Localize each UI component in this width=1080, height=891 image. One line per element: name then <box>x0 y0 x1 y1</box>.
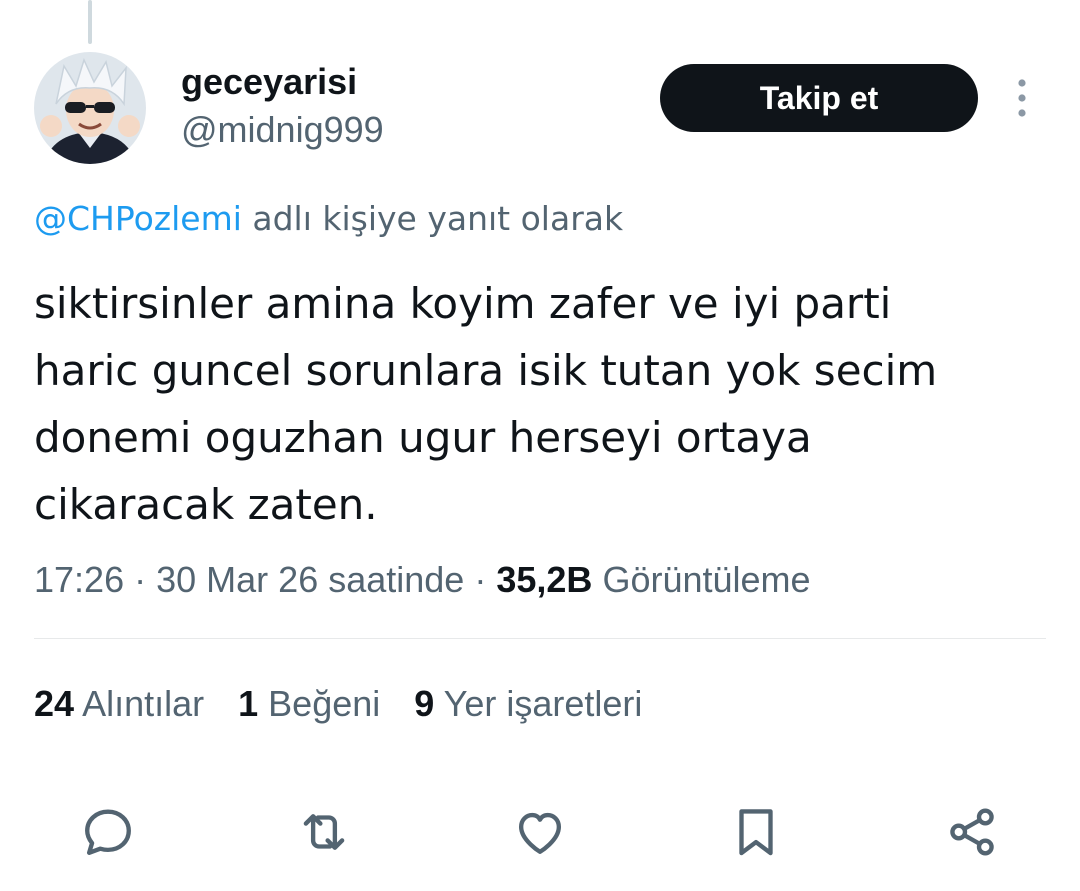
tweet-text: siktirsinler amina koyim zafer ve iyi pa… <box>34 270 1044 538</box>
tweet-time[interactable]: 17:26 <box>34 559 124 600</box>
avatar-image <box>34 52 146 164</box>
tweet-text-line: haric guncel sorunlara isik tutan yok se… <box>34 346 938 395</box>
reply-mention-link[interactable]: @CHPozlemi <box>34 199 242 238</box>
share-button[interactable] <box>940 800 1004 864</box>
thread-connector-line <box>88 0 92 44</box>
reply-icon <box>85 809 131 855</box>
retweet-icon <box>303 814 345 850</box>
like-icon <box>518 812 562 854</box>
reply-context: @CHPozlemi adlı kişiye yanıt olarak <box>34 196 623 242</box>
divider <box>34 638 1046 639</box>
likes-label: Beğeni <box>268 683 381 724</box>
bookmark-button[interactable] <box>724 800 788 864</box>
bookmarks-label: Yer işaretleri <box>443 683 643 724</box>
meta-separator: · <box>474 559 487 600</box>
meta-separator: · <box>134 559 147 600</box>
tweet-text-line: siktirsinler amina koyim zafer ve iyi pa… <box>34 279 892 328</box>
quotes-label: Alıntılar <box>82 683 205 724</box>
reply-context-text: adlı kişiye yanıt olarak <box>252 199 624 238</box>
quotes-stat[interactable]: 24 Alıntılar <box>34 683 204 724</box>
share-icon <box>950 808 994 856</box>
follow-button[interactable]: Takip et <box>660 64 978 132</box>
reply-button[interactable] <box>76 800 140 864</box>
engagement-stats: 24 Alıntılar 1 Beğeni 9 Yer işaretleri <box>34 680 642 728</box>
bookmarks-count: 9 <box>414 683 435 724</box>
bookmark-icon <box>739 809 773 856</box>
author-display-name[interactable]: geceyarisi <box>181 60 357 104</box>
views-label: Görüntüleme <box>602 559 811 600</box>
tweet-date[interactable]: 30 Mar 26 saatinde <box>156 559 464 600</box>
tweet-metadata: 17:26 · 30 Mar 26 saatinde · 35,2B Görün… <box>34 556 811 604</box>
retweet-button[interactable] <box>292 800 356 864</box>
quotes-count: 24 <box>34 683 75 724</box>
tweet-text-line: donemi oguzhan ugur herseyi ortaya <box>34 413 812 462</box>
more-options-icon[interactable] <box>1008 78 1036 118</box>
views-count: 35,2B <box>496 559 593 600</box>
author-handle[interactable]: @midnig999 <box>181 108 384 152</box>
avatar[interactable] <box>34 52 146 164</box>
likes-count: 1 <box>238 683 259 724</box>
like-button[interactable] <box>508 800 572 864</box>
tweet-text-line: cikaracak zaten. <box>34 480 378 529</box>
likes-stat[interactable]: 1 Beğeni <box>238 683 380 724</box>
bookmarks-stat[interactable]: 9 Yer işaretleri <box>414 683 642 724</box>
